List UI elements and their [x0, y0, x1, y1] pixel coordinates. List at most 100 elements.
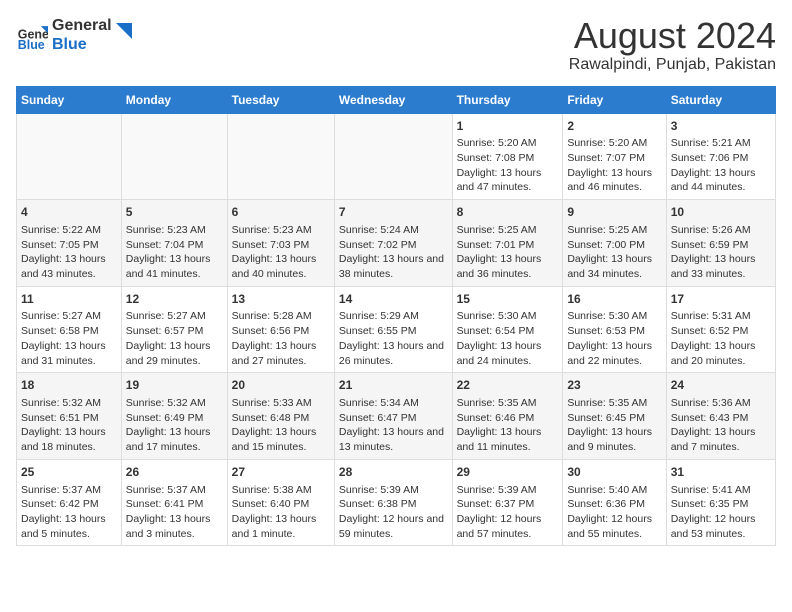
calendar-cell: 23Sunrise: 5:35 AMSunset: 6:45 PMDayligh… — [563, 373, 666, 460]
day-number: 7 — [339, 204, 448, 221]
sunrise-text: Sunrise: 5:27 AM — [126, 309, 223, 324]
daylight-text: Daylight: 13 hours and 43 minutes. — [21, 252, 117, 281]
calendar-cell: 28Sunrise: 5:39 AMSunset: 6:38 PMDayligh… — [334, 459, 452, 546]
sunrise-text: Sunrise: 5:39 AM — [339, 483, 448, 498]
sunset-text: Sunset: 6:55 PM — [339, 324, 448, 339]
calendar-cell: 5Sunrise: 5:23 AMSunset: 7:04 PMDaylight… — [121, 200, 227, 287]
sunrise-text: Sunrise: 5:25 AM — [567, 223, 661, 238]
day-number: 25 — [21, 464, 117, 481]
calendar-cell: 27Sunrise: 5:38 AMSunset: 6:40 PMDayligh… — [227, 459, 334, 546]
sunrise-text: Sunrise: 5:21 AM — [671, 136, 771, 151]
daylight-text: Daylight: 13 hours and 47 minutes. — [457, 166, 559, 195]
sunset-text: Sunset: 6:45 PM — [567, 411, 661, 426]
sunrise-text: Sunrise: 5:28 AM — [232, 309, 330, 324]
day-number: 30 — [567, 464, 661, 481]
sunset-text: Sunset: 6:53 PM — [567, 324, 661, 339]
daylight-text: Daylight: 13 hours and 34 minutes. — [567, 252, 661, 281]
daylight-text: Daylight: 13 hours and 26 minutes. — [339, 339, 448, 368]
daylight-text: Daylight: 12 hours and 53 minutes. — [671, 512, 771, 541]
sunrise-text: Sunrise: 5:37 AM — [21, 483, 117, 498]
calendar-cell — [334, 113, 452, 200]
daylight-text: Daylight: 13 hours and 13 minutes. — [339, 425, 448, 454]
calendar-cell: 6Sunrise: 5:23 AMSunset: 7:03 PMDaylight… — [227, 200, 334, 287]
sunrise-text: Sunrise: 5:39 AM — [457, 483, 559, 498]
logo-icon: General Blue — [16, 19, 48, 51]
sunrise-text: Sunrise: 5:23 AM — [126, 223, 223, 238]
sunset-text: Sunset: 6:41 PM — [126, 497, 223, 512]
calendar-cell: 24Sunrise: 5:36 AMSunset: 6:43 PMDayligh… — [666, 373, 775, 460]
day-number: 11 — [21, 291, 117, 308]
sunrise-text: Sunrise: 5:20 AM — [567, 136, 661, 151]
day-number: 23 — [567, 377, 661, 394]
day-header-wednesday: Wednesday — [334, 86, 452, 113]
day-number: 5 — [126, 204, 223, 221]
sunset-text: Sunset: 6:47 PM — [339, 411, 448, 426]
sunrise-text: Sunrise: 5:37 AM — [126, 483, 223, 498]
sunset-text: Sunset: 7:01 PM — [457, 238, 559, 253]
sunset-text: Sunset: 6:43 PM — [671, 411, 771, 426]
daylight-text: Daylight: 13 hours and 36 minutes. — [457, 252, 559, 281]
week-row-2: 4Sunrise: 5:22 AMSunset: 7:05 PMDaylight… — [17, 200, 776, 287]
day-number: 19 — [126, 377, 223, 394]
sunrise-text: Sunrise: 5:24 AM — [339, 223, 448, 238]
day-header-tuesday: Tuesday — [227, 86, 334, 113]
daylight-text: Daylight: 13 hours and 22 minutes. — [567, 339, 661, 368]
sunrise-text: Sunrise: 5:38 AM — [232, 483, 330, 498]
calendar-cell: 7Sunrise: 5:24 AMSunset: 7:02 PMDaylight… — [334, 200, 452, 287]
sunset-text: Sunset: 7:00 PM — [567, 238, 661, 253]
day-number: 2 — [567, 118, 661, 135]
logo-arrow-icon — [116, 23, 132, 39]
calendar-cell: 8Sunrise: 5:25 AMSunset: 7:01 PMDaylight… — [452, 200, 563, 287]
sunset-text: Sunset: 6:52 PM — [671, 324, 771, 339]
calendar-cell: 9Sunrise: 5:25 AMSunset: 7:00 PMDaylight… — [563, 200, 666, 287]
day-number: 13 — [232, 291, 330, 308]
day-number: 10 — [671, 204, 771, 221]
daylight-text: Daylight: 13 hours and 20 minutes. — [671, 339, 771, 368]
calendar-cell: 22Sunrise: 5:35 AMSunset: 6:46 PMDayligh… — [452, 373, 563, 460]
sunset-text: Sunset: 7:06 PM — [671, 151, 771, 166]
sunrise-text: Sunrise: 5:36 AM — [671, 396, 771, 411]
sunset-text: Sunset: 6:38 PM — [339, 497, 448, 512]
subtitle: Rawalpindi, Punjab, Pakistan — [569, 56, 776, 74]
day-number: 6 — [232, 204, 330, 221]
daylight-text: Daylight: 13 hours and 27 minutes. — [232, 339, 330, 368]
calendar-cell: 19Sunrise: 5:32 AMSunset: 6:49 PMDayligh… — [121, 373, 227, 460]
daylight-text: Daylight: 13 hours and 31 minutes. — [21, 339, 117, 368]
sunset-text: Sunset: 6:35 PM — [671, 497, 771, 512]
day-number: 18 — [21, 377, 117, 394]
day-number: 31 — [671, 464, 771, 481]
daylight-text: Daylight: 13 hours and 15 minutes. — [232, 425, 330, 454]
calendar-cell: 21Sunrise: 5:34 AMSunset: 6:47 PMDayligh… — [334, 373, 452, 460]
sunset-text: Sunset: 7:07 PM — [567, 151, 661, 166]
calendar-cell: 1Sunrise: 5:20 AMSunset: 7:08 PMDaylight… — [452, 113, 563, 200]
sunset-text: Sunset: 7:02 PM — [339, 238, 448, 253]
week-row-5: 25Sunrise: 5:37 AMSunset: 6:42 PMDayligh… — [17, 459, 776, 546]
sunrise-text: Sunrise: 5:20 AM — [457, 136, 559, 151]
calendar-cell: 29Sunrise: 5:39 AMSunset: 6:37 PMDayligh… — [452, 459, 563, 546]
sunset-text: Sunset: 6:54 PM — [457, 324, 559, 339]
page-header: General Blue General Blue August 2024 Ra… — [16, 16, 776, 74]
day-header-sunday: Sunday — [17, 86, 122, 113]
sunset-text: Sunset: 6:56 PM — [232, 324, 330, 339]
svg-text:Blue: Blue — [18, 38, 45, 51]
daylight-text: Daylight: 13 hours and 33 minutes. — [671, 252, 771, 281]
sunrise-text: Sunrise: 5:30 AM — [567, 309, 661, 324]
calendar-cell: 17Sunrise: 5:31 AMSunset: 6:52 PMDayligh… — [666, 286, 775, 373]
daylight-text: Daylight: 12 hours and 57 minutes. — [457, 512, 559, 541]
day-number: 4 — [21, 204, 117, 221]
day-number: 21 — [339, 377, 448, 394]
daylight-text: Daylight: 12 hours and 59 minutes. — [339, 512, 448, 541]
calendar-cell: 2Sunrise: 5:20 AMSunset: 7:07 PMDaylight… — [563, 113, 666, 200]
daylight-text: Daylight: 13 hours and 46 minutes. — [567, 166, 661, 195]
sunrise-text: Sunrise: 5:40 AM — [567, 483, 661, 498]
sunrise-text: Sunrise: 5:30 AM — [457, 309, 559, 324]
daylight-text: Daylight: 13 hours and 17 minutes. — [126, 425, 223, 454]
sunrise-text: Sunrise: 5:32 AM — [21, 396, 117, 411]
sunrise-text: Sunrise: 5:32 AM — [126, 396, 223, 411]
calendar-cell: 18Sunrise: 5:32 AMSunset: 6:51 PMDayligh… — [17, 373, 122, 460]
sunrise-text: Sunrise: 5:35 AM — [567, 396, 661, 411]
day-number: 27 — [232, 464, 330, 481]
day-number: 12 — [126, 291, 223, 308]
calendar-cell: 13Sunrise: 5:28 AMSunset: 6:56 PMDayligh… — [227, 286, 334, 373]
sunset-text: Sunset: 6:51 PM — [21, 411, 117, 426]
